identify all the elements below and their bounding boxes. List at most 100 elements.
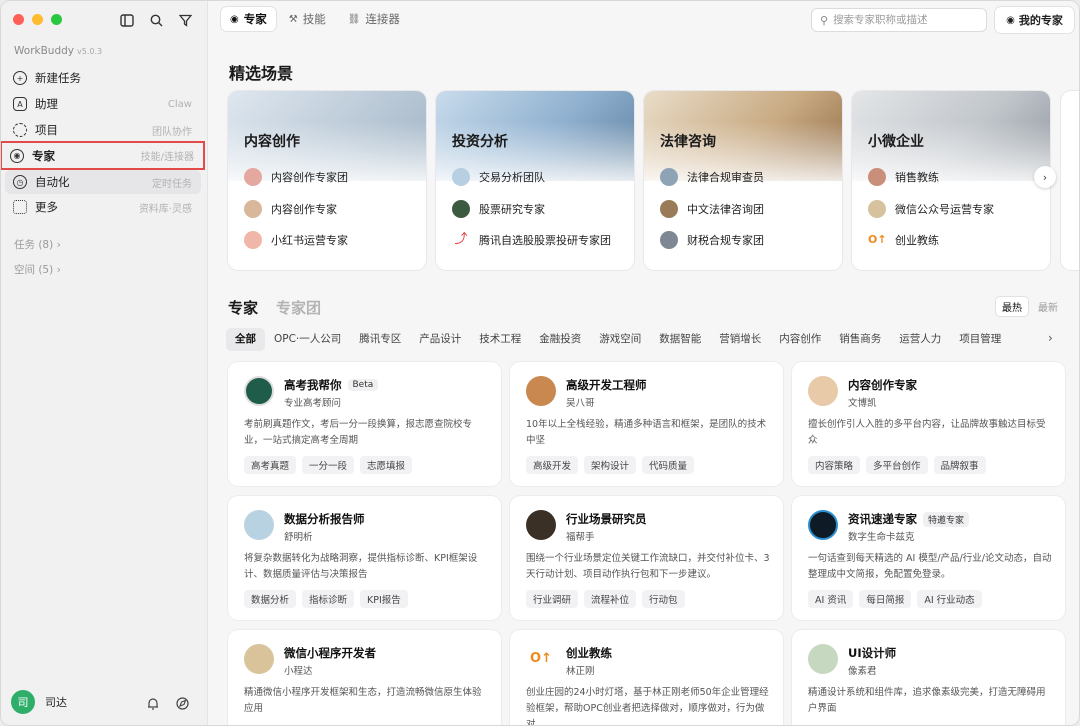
scene-title: 投资分析	[452, 134, 508, 150]
scene-item-label: 微信公众号运营专家	[895, 203, 994, 216]
user-profile[interactable]: 司 司达	[11, 690, 67, 714]
nav-label: 新建任务	[35, 71, 81, 85]
category-tab[interactable]: 销售商务	[830, 328, 890, 351]
scene-item[interactable]: O↑ 创业教练	[868, 230, 939, 250]
my-experts-button[interactable]: ◉ 我的专家	[995, 7, 1074, 33]
group-label: 任务 (8)	[14, 239, 54, 251]
expert-card[interactable]: 微信小程序开发者 小程达 精通微信小程序开发框架和生态，打造流畅微信原生体验应用	[228, 630, 501, 725]
avatar	[452, 168, 470, 186]
group-tasks[interactable]: 任务 (8) ›	[14, 237, 61, 252]
scene-card-content[interactable]: 内容创作 内容创作专家团 内容创作专家 小红书运营专家	[228, 91, 426, 270]
nav-assistant[interactable]: A 助理 Claw	[5, 92, 201, 116]
nav-label: 自动化	[35, 175, 70, 189]
scene-card-smb[interactable]: 小微企业 销售教练 微信公众号运营专家 O↑ 创业教练	[852, 91, 1050, 270]
sort-new-button[interactable]: 最新	[1032, 297, 1064, 316]
scene-item[interactable]: 股票研究专家	[452, 199, 545, 219]
chevron-right-icon[interactable]: ›	[1048, 331, 1053, 345]
tag: 指标诊断	[302, 590, 355, 608]
category-tab[interactable]: 产品设计	[410, 328, 470, 351]
scene-item[interactable]: 法律合规审查员	[660, 167, 764, 187]
close-window-button[interactable]	[13, 14, 24, 25]
bell-icon[interactable]	[145, 695, 161, 711]
expert-name-text: 创业教练	[566, 646, 612, 660]
category-tab[interactable]: 游戏空间	[590, 328, 650, 351]
avatar	[808, 644, 838, 674]
nav-label: 专家	[32, 148, 55, 163]
nav-automation[interactable]: ◷ 自动化 定时任务	[5, 170, 201, 194]
maximize-window-button[interactable]	[51, 14, 62, 25]
scenes-next-button[interactable]: ›	[1034, 166, 1056, 188]
scene-item[interactable]: 微信公众号运营专家	[868, 199, 994, 219]
expert-tags: 高考真题 一分一段 志愿填报	[244, 456, 413, 474]
category-tab[interactable]: 数据智能	[650, 328, 710, 351]
tag: 志愿填报	[360, 456, 413, 474]
expert-card[interactable]: 资讯速递专家 特邀专家 数字生命卡兹克 一句话查到每天精选的 AI 模型/产品/行…	[792, 496, 1065, 620]
minimize-window-button[interactable]	[32, 14, 43, 25]
expert-card[interactable]: 高级开发工程师 吴八哥 10年以上全栈经验，精通多种语言和框架，是团队的技术中坚…	[510, 362, 783, 486]
filter-icon[interactable]	[176, 11, 194, 29]
nav-projects[interactable]: 项目 团队协作	[5, 118, 201, 142]
compass-icon[interactable]	[174, 695, 190, 711]
window-controls	[13, 14, 62, 25]
search-icon[interactable]	[147, 11, 165, 29]
section-title-expert-teams[interactable]: 专家团	[276, 297, 321, 318]
search-box[interactable]: ⚲	[811, 8, 987, 32]
scene-item[interactable]: 小红书运营专家	[244, 230, 348, 250]
tag: 多平台创作	[866, 456, 928, 474]
scene-item-label: 小红书运营专家	[271, 234, 348, 247]
nav-hint: 定时任务	[152, 178, 192, 190]
sidebar-toggle-icon[interactable]	[118, 11, 136, 29]
scene-card-investment[interactable]: 投资分析 交易分析团队 股票研究专家 ⤴ 腾讯自选股股票投研专家团	[436, 91, 634, 270]
category-tab[interactable]: 金融投资	[530, 328, 590, 351]
category-tab[interactable]: 运营人力	[890, 328, 950, 351]
scene-item[interactable]: 内容创作专家	[244, 199, 337, 219]
expert-name-text: 数据分析报告师	[284, 512, 365, 526]
scene-item[interactable]: 销售教练	[868, 167, 939, 187]
section-title-scenes: 精选场景	[229, 64, 294, 83]
tab-experts[interactable]: ◉ 专家	[221, 7, 276, 31]
category-tab[interactable]: 技术工程	[470, 328, 530, 351]
expert-card[interactable]: UI设计师 像素君 精通设计系统和组件库，追求像素级完美，打造无障碍用户界面	[792, 630, 1065, 725]
scene-title: 法律咨询	[660, 134, 716, 150]
expert-card[interactable]: 行业场景研究员 福帮手 围绕一个行业场景定位关键工作流缺口，并交付补位卡、3天行…	[510, 496, 783, 620]
scene-item[interactable]: ⤴ 腾讯自选股股票投研专家团	[452, 230, 611, 250]
nav-more[interactable]: 更多 资料库·灵感	[5, 195, 201, 219]
expert-name: 高考我帮你 Beta	[284, 377, 379, 393]
tab-connectors[interactable]: ⛓ 连接器	[339, 7, 409, 31]
nav-hint: 资料库·灵感	[138, 203, 192, 215]
expert-card[interactable]: 内容创作专家 文博凯 擅长创作引人入胜的多平台内容，让品牌故事触达目标受众 内容…	[792, 362, 1065, 486]
scene-card-legal[interactable]: 法律咨询 法律合规审查员 中文法律咨询团 财税合规专家团	[644, 91, 842, 270]
category-tab[interactable]: 项目管理	[950, 328, 1010, 351]
scene-item[interactable]: 中文法律咨询团	[660, 199, 764, 219]
nav-new-task[interactable]: + 新建任务	[5, 66, 201, 90]
scene-item[interactable]: 内容创作专家团	[244, 167, 348, 187]
search-input[interactable]	[833, 14, 974, 26]
robot-icon: A	[13, 97, 27, 111]
expert-card[interactable]: 高考我帮你 Beta 专业高考顾问 考前刷真题作文，考后一分一段换算，报志愿查院校…	[228, 362, 501, 486]
main-panel: ◉专家 ⚒技能 ⛓连接器 ⚲ ◉我的专家 精选场景 内容创作 内容创作专家团 内…	[208, 1, 1079, 726]
category-tab[interactable]: 内容创作	[770, 328, 830, 351]
category-tab[interactable]: 腾讯专区	[350, 328, 410, 351]
expert-card[interactable]: 数据分析报告师 舒明析 将复杂数据转化为战略洞察，提供指标诊断、KPI框架设计、…	[228, 496, 501, 620]
expert-description: 创业庄园的24小时灯塔，基于林正刚老师50年企业管理经验框架，帮助OPC创业者把…	[526, 687, 769, 726]
scene-item[interactable]: 交易分析团队	[452, 167, 545, 187]
section-title-experts[interactable]: 专家	[228, 297, 258, 318]
scene-item[interactable]: 财税合规专家团	[660, 230, 764, 250]
expert-card[interactable]: O↑ 创业教练 林正刚 创业庄园的24小时灯塔，基于林正刚老师50年企业管理经验…	[510, 630, 783, 726]
top-tabs: ◉ 专家 ⚒ 技能 ⛓ 连接器	[221, 7, 409, 31]
expert-name-text: UI设计师	[848, 646, 897, 660]
plus-circle-icon: +	[13, 71, 27, 85]
category-tab[interactable]: OPC·一人公司	[265, 328, 350, 351]
tab-skills[interactable]: ⚒ 技能	[280, 7, 335, 31]
expert-icon: ◉	[10, 148, 24, 163]
scene-item-label: 财税合规专家团	[687, 234, 764, 247]
link-icon: ⛓	[347, 13, 361, 25]
nav-experts[interactable]: ◉ 专家 技能/连接器	[1, 141, 205, 170]
startup-coach-logo: O↑	[868, 231, 887, 249]
expert-subtitle: 林正刚	[566, 666, 595, 677]
category-tab[interactable]: 营销增长	[710, 328, 770, 351]
category-tab[interactable]: 全部	[226, 328, 265, 351]
sort-hot-button[interactable]: 最热	[996, 297, 1028, 316]
nav-label: 更多	[35, 200, 58, 214]
group-spaces[interactable]: 空间 (5) ›	[14, 262, 61, 277]
